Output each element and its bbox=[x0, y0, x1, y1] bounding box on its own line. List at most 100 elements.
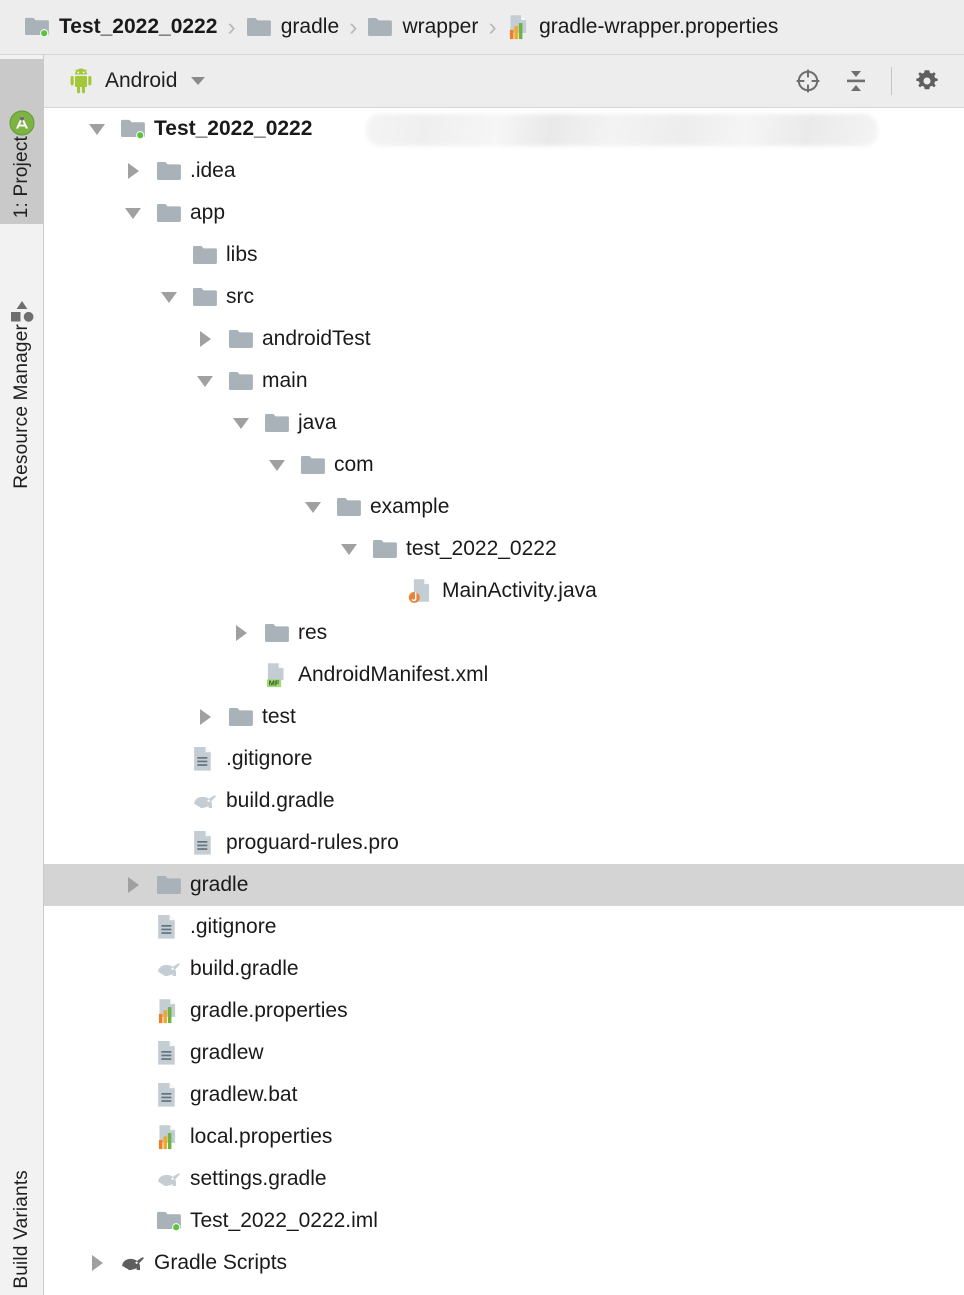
tree-row[interactable]: .gitignore bbox=[44, 738, 964, 780]
android-studio-icon bbox=[9, 110, 35, 136]
breadcrumb-item-wrapper[interactable]: wrapper bbox=[367, 0, 478, 54]
tree-row-label: libs bbox=[226, 243, 258, 266]
chevron-right-icon bbox=[91, 1255, 103, 1271]
tree-row[interactable]: java bbox=[44, 402, 964, 444]
tree-row[interactable]: test_2022_0222 bbox=[44, 528, 964, 570]
tree-row-label: gradle.properties bbox=[190, 999, 348, 1022]
folder-icon bbox=[367, 16, 393, 37]
tree-row[interactable]: .gitignore bbox=[44, 906, 964, 948]
text-file-icon bbox=[156, 906, 184, 948]
gradle-file-icon bbox=[192, 780, 220, 822]
redacted-path bbox=[366, 114, 878, 146]
settings-button[interactable] bbox=[906, 60, 948, 102]
tree-row[interactable]: gradlew bbox=[44, 1032, 964, 1074]
tree-expand-toggle[interactable] bbox=[338, 528, 360, 570]
tree-expand-toggle[interactable] bbox=[122, 150, 144, 192]
chevron-down-icon bbox=[191, 77, 206, 85]
folder-icon bbox=[336, 486, 364, 528]
tool-window-rail: 1: Project Resource Manager Build Varian… bbox=[0, 55, 44, 1295]
tree-row-label: example bbox=[370, 495, 450, 518]
text-file-icon bbox=[156, 1032, 184, 1074]
tree-row[interactable]: test bbox=[44, 696, 964, 738]
properties-file-icon bbox=[156, 1116, 184, 1158]
sidebar-tab-build-variants[interactable]: Build Variants bbox=[0, 1095, 44, 1295]
breadcrumb-separator: › bbox=[349, 12, 358, 41]
tree-row[interactable]: MF AndroidManifest.xml bbox=[44, 654, 964, 696]
tree-row-label: main bbox=[262, 369, 308, 392]
tree-row[interactable]: .idea bbox=[44, 150, 964, 192]
tree-row-label: java bbox=[298, 411, 337, 434]
tree-expand-toggle[interactable] bbox=[302, 486, 324, 528]
folder-icon bbox=[192, 234, 220, 276]
gear-icon bbox=[913, 67, 941, 95]
tree-row[interactable]: Test_2022_0222 bbox=[44, 108, 964, 150]
tree-expand-toggle[interactable] bbox=[194, 318, 216, 360]
folder-icon bbox=[156, 864, 184, 906]
tree-row[interactable]: settings.gradle bbox=[44, 1158, 964, 1200]
breadcrumb-item-gradle[interactable]: gradle bbox=[246, 0, 339, 54]
breadcrumb-item-label: Test_2022_0222 bbox=[59, 15, 218, 38]
tree-row-label: Test_2022_0222 bbox=[154, 117, 313, 140]
project-view-selector[interactable]: Android bbox=[68, 68, 206, 94]
tree-row[interactable]: androidTest bbox=[44, 318, 964, 360]
tree-row[interactable]: example bbox=[44, 486, 964, 528]
chevron-down-icon bbox=[341, 543, 357, 555]
select-opened-file-button[interactable] bbox=[787, 60, 829, 102]
tree-row[interactable]: build.gradle bbox=[44, 780, 964, 822]
tree-row-label: src bbox=[226, 285, 254, 308]
tree-expand-toggle[interactable] bbox=[194, 696, 216, 738]
sidebar-tab-project[interactable]: 1: Project bbox=[0, 59, 44, 224]
tree-row[interactable]: com bbox=[44, 444, 964, 486]
tree-row-label: .gitignore bbox=[190, 915, 277, 938]
tree-row[interactable]: proguard-rules.pro bbox=[44, 822, 964, 864]
tree-row[interactable]: local.properties bbox=[44, 1116, 964, 1158]
tree-row-label: proguard-rules.pro bbox=[226, 831, 399, 854]
gradle-file-icon bbox=[156, 1158, 184, 1200]
tree-row-label: .gitignore bbox=[226, 747, 313, 770]
tree-row[interactable]: Test_2022_0222.iml bbox=[44, 1200, 964, 1242]
tree-row[interactable]: gradle.properties bbox=[44, 990, 964, 1032]
text-file-icon bbox=[156, 1074, 184, 1116]
tree-row[interactable]: app bbox=[44, 192, 964, 234]
tree-row-label: AndroidManifest.xml bbox=[298, 663, 489, 686]
folder-icon bbox=[192, 276, 220, 318]
tree-expand-toggle[interactable] bbox=[266, 444, 288, 486]
chevron-down-icon bbox=[197, 375, 213, 387]
tree-expand-toggle[interactable] bbox=[194, 360, 216, 402]
tree-expand-toggle[interactable] bbox=[86, 1242, 108, 1284]
breadcrumb-item-gradle-wrapper-properties[interactable]: gradle-wrapper.properties bbox=[507, 0, 778, 54]
shapes-icon bbox=[9, 300, 35, 324]
breadcrumb-item-test-2022-0222[interactable]: Test_2022_0222 bbox=[24, 0, 217, 54]
tree-row[interactable]: build.gradle bbox=[44, 948, 964, 990]
manifest-file-icon: MF bbox=[264, 654, 292, 696]
chevron-down-icon bbox=[89, 123, 105, 135]
tree-row-label: gradlew bbox=[190, 1041, 264, 1064]
tree-expand-toggle[interactable] bbox=[122, 864, 144, 906]
sidebar-tab-resource-manager-label: Resource Manager bbox=[11, 324, 32, 489]
chevron-right-icon bbox=[199, 709, 211, 725]
tree-row[interactable]: main bbox=[44, 360, 964, 402]
tree-row[interactable]: gradlew.bat bbox=[44, 1074, 964, 1116]
tree-row[interactable]: libs bbox=[44, 234, 964, 276]
breadcrumb-item-label: gradle bbox=[280, 15, 340, 38]
sidebar-tab-project-label: 1: Project bbox=[11, 135, 32, 218]
breadcrumb-separator: › bbox=[488, 12, 497, 41]
tree-expand-toggle[interactable] bbox=[230, 402, 252, 444]
tree-expand-toggle[interactable] bbox=[158, 276, 180, 318]
tree-row[interactable]: src bbox=[44, 276, 964, 318]
tree-row-label: Gradle Scripts bbox=[154, 1251, 288, 1274]
crosshair-icon bbox=[794, 67, 822, 95]
tree-expand-toggle[interactable] bbox=[230, 612, 252, 654]
tree-row[interactable]: Gradle Scripts bbox=[44, 1242, 964, 1284]
tree-row[interactable]: res bbox=[44, 612, 964, 654]
tree-row-label: app bbox=[190, 201, 226, 224]
tree-expand-toggle[interactable] bbox=[122, 192, 144, 234]
tree-row[interactable]: gradle bbox=[44, 864, 964, 906]
sidebar-tab-resource-manager[interactable]: Resource Manager bbox=[0, 245, 44, 495]
tree-expand-toggle[interactable] bbox=[86, 108, 108, 150]
project-tree[interactable]: Test_2022_0222 .idea app libs src androi… bbox=[44, 108, 964, 1295]
properties-file-icon bbox=[156, 990, 184, 1032]
collapse-all-button[interactable] bbox=[835, 60, 877, 102]
breadcrumb-separator: › bbox=[227, 12, 236, 41]
tree-row[interactable]: MainActivity.java bbox=[44, 570, 964, 612]
